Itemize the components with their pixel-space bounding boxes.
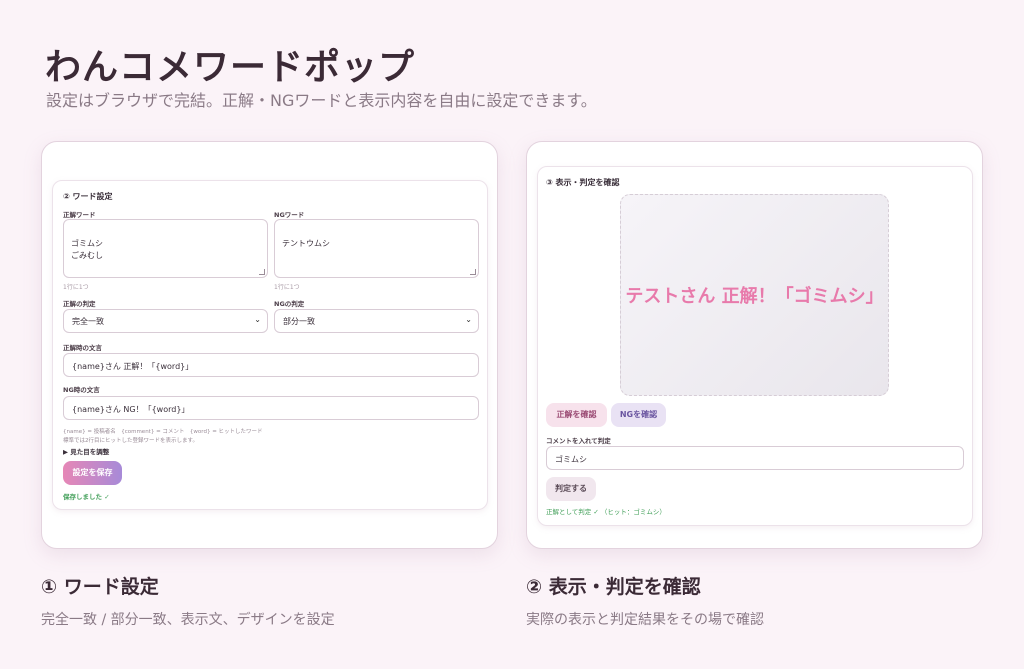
- word-settings-panel: ② ワード設定 正解ワード ゴミムシ ごみむし 1行に1つ NGワード テントウ…: [52, 180, 488, 510]
- preview-panel-title: ③ 表示・判定を確認: [546, 178, 620, 187]
- ng-message-input[interactable]: {name}さん NG！「{word}」: [63, 396, 479, 420]
- placeholder-help-note: 標準では2行目にヒットした登録ワードを表示します。: [63, 438, 198, 444]
- ng-word-hint: 1行に1つ: [274, 284, 300, 291]
- judge-result: 正解として判定 ✓ （ヒット：ゴミムシ）: [546, 508, 666, 516]
- right-caption-subtitle: 実際の表示と判定結果をその場で確認: [526, 612, 764, 628]
- correct-word-value: ゴミムシ ごみむし: [71, 239, 103, 260]
- chevron-down-icon: ⌄: [254, 315, 261, 324]
- ng-word-label: NGワード: [274, 211, 305, 219]
- correct-message-label: 正解時の文言: [63, 344, 102, 352]
- left-caption-title: ① ワード設定: [41, 576, 159, 598]
- ng-judge-select[interactable]: 部分一致 ⌄: [274, 309, 479, 333]
- word-settings-title: ② ワード設定: [63, 192, 113, 201]
- appearance-toggle[interactable]: ▶ 見た目を調整: [63, 446, 109, 456]
- save-settings-button[interactable]: 設定を保存: [63, 461, 122, 485]
- check-ng-button[interactable]: NGを確認: [611, 403, 666, 427]
- correct-word-hint: 1行に1つ: [63, 284, 89, 291]
- page-title: わんコメワードポップ: [45, 47, 416, 88]
- preview-screenshot-card: ③ 表示・判定を確認 テストさん 正解！「ゴミムシ」 正解を確認 NGを確認 コ…: [526, 141, 983, 549]
- ng-word-textarea[interactable]: テントウムシ: [274, 219, 479, 278]
- correct-word-textarea[interactable]: ゴミムシ ごみむし: [63, 219, 268, 278]
- correct-judge-label: 正解の判定: [63, 300, 96, 308]
- placeholder-help: {name} = 投稿者名 {comment} = コメント {word} = …: [63, 429, 263, 435]
- word-settings-screenshot-card: ② ワード設定 正解ワード ゴミムシ ごみむし 1行に1つ NGワード テントウ…: [41, 141, 498, 549]
- judge-button[interactable]: 判定する: [546, 477, 596, 501]
- ng-judge-label: NGの判定: [274, 300, 305, 308]
- resize-grip-icon[interactable]: [470, 269, 476, 275]
- saved-status: 保存しました ✓: [63, 493, 110, 501]
- chevron-down-icon: ⌄: [465, 315, 472, 324]
- ng-word-value: テントウムシ: [282, 239, 330, 248]
- page-subtitle: 設定はブラウザで完結。正解・NGワードと表示内容を自由に設定できます。: [46, 91, 597, 110]
- correct-judge-select[interactable]: 完全一致 ⌄: [63, 309, 268, 333]
- preview-text: テストさん 正解！「ゴミムシ」: [625, 286, 884, 307]
- preview-panel: ③ 表示・判定を確認 テストさん 正解！「ゴミムシ」 正解を確認 NGを確認 コ…: [537, 166, 973, 526]
- ng-message-label: NG時の文言: [63, 386, 100, 394]
- ng-judge-value: 部分一致: [283, 317, 315, 326]
- correct-word-label: 正解ワード: [63, 211, 96, 219]
- check-correct-button[interactable]: 正解を確認: [546, 403, 607, 427]
- left-caption-subtitle: 完全一致 / 部分一致、表示文、デザインを設定: [41, 612, 335, 628]
- correct-judge-value: 完全一致: [72, 317, 104, 326]
- right-caption-title: ② 表示・判定を確認: [526, 576, 701, 598]
- preview-area: テストさん 正解！「ゴミムシ」: [620, 194, 889, 396]
- comment-input[interactable]: ゴミムシ: [546, 446, 964, 470]
- comment-input-label: コメントを入れて判定: [546, 437, 611, 445]
- correct-message-input[interactable]: {name}さん 正解！「{word}」: [63, 353, 479, 377]
- resize-grip-icon[interactable]: [259, 269, 265, 275]
